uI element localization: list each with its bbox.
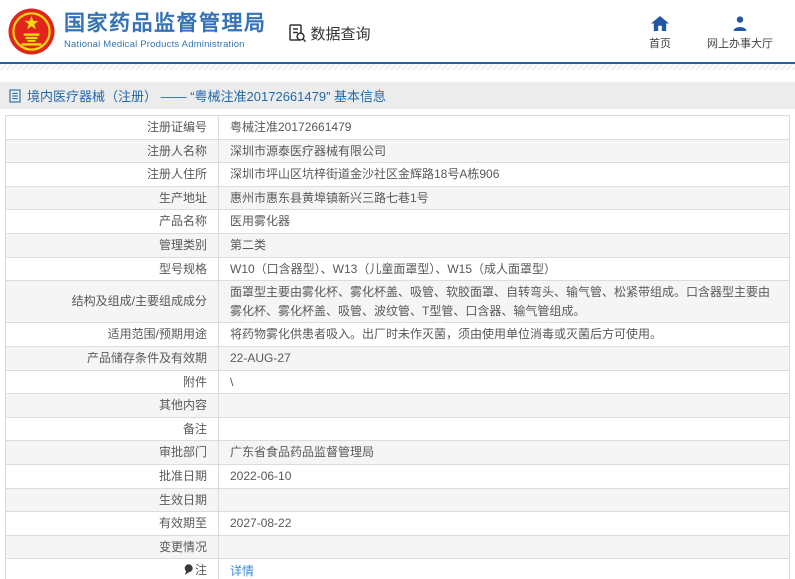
row-value: \ — [218, 369, 790, 395]
row-label-text: 注 — [194, 563, 207, 578]
row-label: 型号规格 — [5, 256, 219, 282]
table-row: 注册人住所 深圳市坪山区坑梓街道金沙社区金辉路18号A栋906 — [5, 162, 790, 187]
table-row: 附件 \ — [5, 369, 790, 395]
table-row: 产品储存条件及有效期 22-AUG-27 — [5, 345, 790, 371]
row-label: 注册人住所 — [5, 162, 219, 187]
row-label: 适用范围/预期用途 — [5, 322, 219, 347]
row-label: 注册人名称 — [5, 138, 219, 164]
table-row: 注 详情 — [5, 558, 790, 579]
row-label: 变更情况 — [5, 534, 219, 560]
nav-home[interactable]: 首页 — [643, 15, 677, 51]
row-value: 详情 — [218, 558, 790, 579]
row-value: 粤械注准20172661479 — [218, 115, 790, 140]
table-row: 生效日期 — [5, 487, 790, 513]
table-row: 型号规格 W10（口含器型）、W13（儿童面罩型）、W15（成人面罩型） — [5, 256, 790, 282]
row-value: 面罩型主要由雾化杯、雾化杯盖、吸管、软胶面罩、自转弯头、输气管、松紧带组成。口含… — [218, 280, 790, 324]
row-value: 深圳市坪山区坑梓街道金沙社区金辉路18号A栋906 — [218, 162, 790, 187]
row-label: 生效日期 — [5, 487, 219, 513]
row-value: 2027-08-22 — [218, 511, 790, 536]
row-value — [218, 393, 790, 418]
row-label: 批准日期 — [5, 463, 219, 489]
home-icon — [651, 15, 669, 31]
info-table: 注册证编号 粤械注准20172661479 注册人名称 深圳市源泰医疗器械有限公… — [5, 115, 790, 579]
row-value: 广东省食品药品监督管理局 — [218, 440, 790, 465]
row-value — [218, 487, 790, 513]
header-right-nav: 首页 网上办事大厅 — [643, 15, 773, 51]
row-value — [218, 534, 790, 560]
row-label: 生产地址 — [5, 185, 219, 211]
table-row: 批准日期 2022-06-10 — [5, 463, 790, 489]
row-value: 第二类 — [218, 232, 790, 258]
national-emblem-logo — [8, 7, 55, 55]
table-row: 审批部门 广东省食品药品监督管理局 — [5, 440, 790, 465]
table-row: 适用范围/预期用途 将药物雾化供患者吸入。出厂时未作灭菌，须由使用单位消毒或灭菌… — [5, 322, 790, 347]
brand: 国家药品监督管理局 National Medical Products Admi… — [0, 7, 267, 55]
row-label: 附件 — [5, 369, 219, 395]
row-label: 备注 — [5, 416, 219, 442]
table-row: 备注 — [5, 416, 790, 442]
table-row: 注册人名称 深圳市源泰医疗器械有限公司 — [5, 138, 790, 164]
row-value: W10（口含器型）、W13（儿童面罩型）、W15（成人面罩型） — [218, 256, 790, 282]
nav-data-query[interactable]: 数据查询 — [287, 19, 371, 44]
row-label: 其他内容 — [5, 393, 219, 418]
page-title: 境内医疗器械（注册） —— “粤械注准20172661479” 基本信息 — [27, 89, 387, 104]
table-row: 变更情况 — [5, 534, 790, 560]
row-label: 结构及组成/主要组成成分 — [5, 280, 219, 324]
nav-service-hall[interactable]: 网上办事大厅 — [707, 15, 773, 51]
table-row: 生产地址 惠州市惠东县黄埠镇新兴三路七巷1号 — [5, 185, 790, 211]
table-row: 管理类别 第二类 — [5, 232, 790, 258]
note-pin-icon — [184, 562, 193, 579]
row-value: 医用雾化器 — [218, 209, 790, 234]
site-header: 国家药品监督管理局 National Medical Products Admi… — [0, 0, 795, 64]
row-label: 产品名称 — [5, 209, 219, 234]
nav-home-label: 首页 — [649, 38, 671, 50]
row-value — [218, 416, 790, 442]
table-row: 产品名称 医用雾化器 — [5, 209, 790, 234]
document-search-icon — [288, 24, 306, 43]
org-subtitle: National Medical Products Administration — [64, 39, 245, 51]
document-icon — [9, 88, 21, 103]
title-bar: 境内医疗器械（注册） —— “粤械注准20172661479” 基本信息 — [0, 82, 795, 109]
brand-text: 国家药品监督管理局 National Medical Products Admi… — [64, 12, 267, 50]
row-value: 22-AUG-27 — [218, 345, 790, 371]
row-label: 审批部门 — [5, 440, 219, 465]
table-row: 结构及组成/主要组成成分 面罩型主要由雾化杯、雾化杯盖、吸管、软胶面罩、自转弯头… — [5, 280, 790, 324]
table-row: 其他内容 — [5, 393, 790, 418]
nav-service-hall-label: 网上办事大厅 — [707, 38, 773, 50]
row-value: 将药物雾化供患者吸入。出厂时未作灭菌，须由使用单位消毒或灭菌后方可使用。 — [218, 322, 790, 347]
row-value: 惠州市惠东县黄埠镇新兴三路七巷1号 — [218, 185, 790, 211]
row-label: 注 — [5, 558, 219, 579]
user-icon — [732, 15, 748, 31]
row-value: 深圳市源泰医疗器械有限公司 — [218, 138, 790, 164]
nav-data-query-label: 数据查询 — [310, 25, 371, 43]
table-row: 注册证编号 粤械注准20172661479 — [5, 115, 790, 140]
org-title: 国家药品监督管理局 — [64, 11, 267, 35]
table-row: 有效期至 2027-08-22 — [5, 511, 790, 536]
row-value: 2022-06-10 — [218, 463, 790, 489]
detail-link[interactable]: 详情 — [230, 564, 254, 578]
row-label: 注册证编号 — [5, 115, 219, 140]
row-label: 产品储存条件及有效期 — [5, 345, 219, 371]
row-label: 管理类别 — [5, 232, 219, 258]
row-label: 有效期至 — [5, 511, 219, 536]
hatch-divider — [0, 64, 795, 70]
